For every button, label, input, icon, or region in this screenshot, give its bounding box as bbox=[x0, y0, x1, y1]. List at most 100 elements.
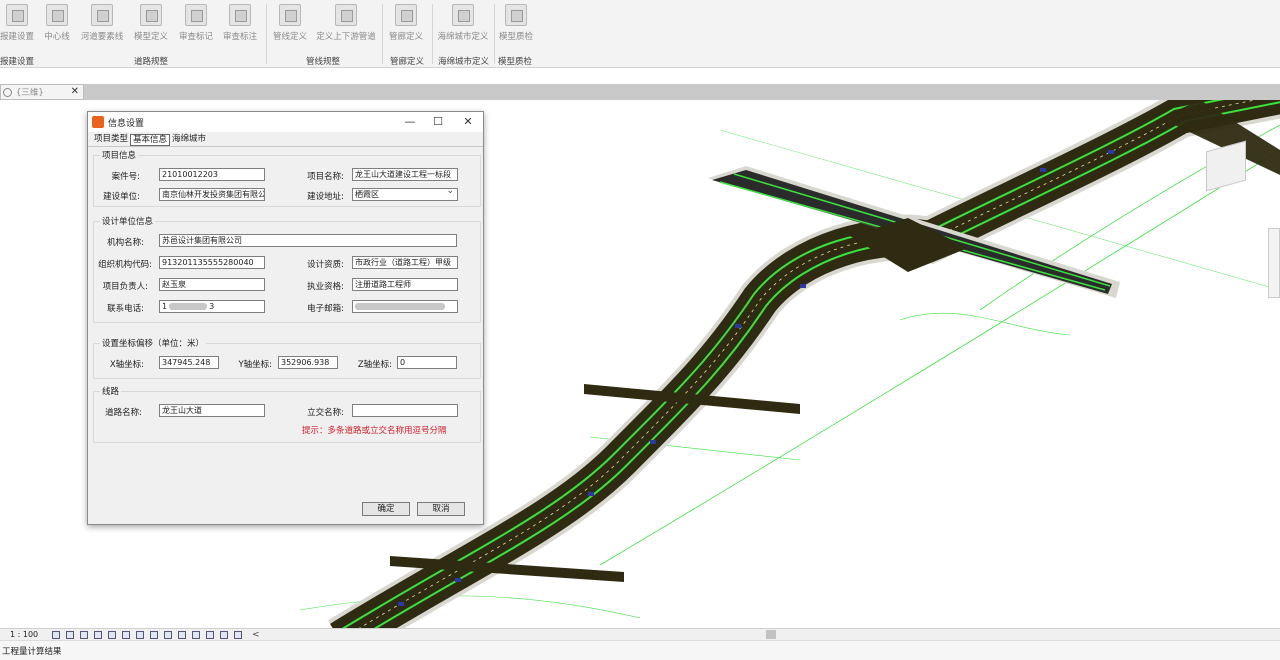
river-icon bbox=[91, 4, 113, 26]
x-coord-input[interactable]: 347945.248 bbox=[159, 356, 219, 369]
view-control-bar: 1 : 100 < bbox=[0, 628, 1280, 640]
z-coord-input[interactable]: 0 bbox=[397, 356, 457, 369]
analytical-model-icon[interactable] bbox=[206, 631, 214, 639]
qc-icon bbox=[505, 4, 527, 26]
centerline-button[interactable]: 中心线 bbox=[40, 4, 74, 44]
model-define-button[interactable]: 模型定义 bbox=[133, 4, 169, 44]
sign-marker bbox=[588, 492, 594, 496]
unlock-view-icon[interactable] bbox=[150, 631, 158, 639]
reveal-hidden-icon[interactable] bbox=[178, 631, 186, 639]
sign-marker bbox=[800, 284, 806, 288]
maximize-button[interactable]: ☐ bbox=[428, 114, 448, 130]
app-icon bbox=[92, 116, 104, 128]
leader-input[interactable]: 赵玉泉 bbox=[159, 278, 265, 291]
sign-marker bbox=[735, 324, 741, 328]
interchange-label: 立交名称: bbox=[307, 408, 344, 418]
ribbon-toolbar: 报建设置 中心线 河道要素线 模型定义 审查标记 审查标注 管线定义 定义上下游… bbox=[0, 0, 1280, 68]
ok-button[interactable]: 确定 bbox=[362, 502, 410, 516]
tab-3d-view[interactable]: {三维} ✕ bbox=[0, 84, 84, 100]
sign-marker bbox=[398, 602, 404, 606]
org-name-input[interactable]: 苏邑设计集团有限公司 bbox=[159, 234, 457, 247]
tab-project-type[interactable]: 项目类型 bbox=[92, 134, 130, 146]
city-icon bbox=[452, 4, 474, 26]
cancel-button[interactable]: 取消 bbox=[417, 502, 465, 516]
org-code-label: 组织机构代码: bbox=[98, 260, 152, 270]
detail-level-icon[interactable] bbox=[52, 631, 60, 639]
view-3d-icon bbox=[3, 87, 12, 97]
review-annotation-button[interactable]: 审查标注 bbox=[222, 4, 258, 44]
license-input[interactable]: 注册道路工程师 bbox=[352, 278, 458, 291]
review-mark-button[interactable]: 审查标记 bbox=[178, 4, 214, 44]
sponge-city-define-button[interactable]: 海绵城市定义 bbox=[436, 4, 490, 44]
annotation-icon bbox=[229, 4, 251, 26]
upstream-downstream-button[interactable]: 定义上下游管道 bbox=[316, 4, 376, 44]
email-input[interactable] bbox=[352, 300, 458, 313]
group-label: 管廊定义 bbox=[390, 57, 425, 67]
interchange-input[interactable] bbox=[352, 404, 458, 417]
centerline-icon bbox=[46, 4, 68, 26]
constraints-icon[interactable] bbox=[234, 631, 242, 639]
case-no-input[interactable]: 21010012203 bbox=[159, 168, 265, 181]
quantity-results-label[interactable]: 工程量计算结果 bbox=[2, 645, 62, 657]
org-code-input[interactable]: 913201135555280040 bbox=[159, 256, 265, 269]
close-tab-icon[interactable]: ✕ bbox=[71, 86, 79, 97]
ribbon-separator bbox=[432, 4, 433, 64]
model-qc-button[interactable]: 模型质检 bbox=[498, 4, 534, 44]
close-button[interactable]: ✕ bbox=[458, 114, 478, 130]
project-name-label: 项目名称: bbox=[307, 172, 344, 182]
pipe-flow-icon bbox=[335, 4, 357, 26]
sun-path-icon[interactable] bbox=[80, 631, 88, 639]
shadows-icon[interactable] bbox=[94, 631, 102, 639]
river-element-line-button[interactable]: 河道要素线 bbox=[80, 4, 124, 44]
coordinate-offset-section: 设置坐标偏移（单位：米） X轴坐标: 347945.248 Y轴坐标: 3529… bbox=[93, 337, 481, 379]
worksharing-icon[interactable] bbox=[192, 631, 200, 639]
group-label: 模型质检 bbox=[498, 57, 533, 67]
leader-label: 项目负责人: bbox=[102, 282, 148, 292]
group-label: 海绵城市定义 bbox=[438, 57, 490, 67]
sign-marker bbox=[1108, 150, 1114, 154]
dialog-title: 信息设置 bbox=[108, 118, 145, 129]
org-name-label: 机构名称: bbox=[107, 238, 144, 248]
road-section: 线路 道路名称: 龙王山大道 立交名称: 提示：多条道路或立交名称用逗号分隔 bbox=[93, 385, 481, 443]
visual-style-icon[interactable] bbox=[66, 631, 74, 639]
builder-label: 建设单位: bbox=[103, 192, 140, 202]
sign-marker bbox=[650, 440, 656, 444]
phone-label: 联系电话: bbox=[107, 304, 144, 314]
builder-input[interactable]: 南京仙林开发投资集团有限公 bbox=[159, 188, 265, 201]
sign-marker bbox=[455, 578, 461, 582]
horizontal-scrollbar[interactable] bbox=[766, 630, 776, 639]
temp-hide-icon[interactable] bbox=[164, 631, 172, 639]
navigation-bar[interactable] bbox=[1268, 228, 1280, 298]
address-select[interactable]: 栖霞区 bbox=[352, 188, 458, 201]
report-settings-button[interactable]: 报建设置 bbox=[0, 4, 34, 44]
minimize-button[interactable]: — bbox=[400, 114, 420, 130]
pipe-gallery-define-button[interactable]: 管廊定义 bbox=[388, 4, 424, 44]
y-coord-input[interactable]: 352906.938 bbox=[278, 356, 338, 369]
ground-line bbox=[899, 312, 1071, 336]
qualification-label: 设计资质: bbox=[307, 260, 344, 270]
ribbon-separator bbox=[494, 4, 495, 64]
group-label: 报建设置 bbox=[0, 57, 35, 67]
group-label: 道路规整 bbox=[134, 57, 169, 67]
ribbon-separator bbox=[382, 4, 383, 64]
tab-sponge-city[interactable]: 海绵城市 bbox=[170, 134, 208, 146]
pipeline-icon bbox=[279, 4, 301, 26]
info-settings-dialog: 信息设置 — ☐ ✕ 项目类型 基本信息 海绵城市 项目信息 案件号: 2101… bbox=[87, 111, 484, 525]
design-unit-section: 设计单位信息 机构名称: 苏邑设计集团有限公司 组织机构代码: 91320113… bbox=[93, 215, 481, 323]
case-no-label: 案件号: bbox=[111, 172, 140, 182]
road-name-label: 道路名称: bbox=[105, 408, 142, 418]
road-name-input[interactable]: 龙王山大道 bbox=[159, 404, 265, 417]
highlight-icon[interactable] bbox=[220, 631, 228, 639]
address-label: 建设地址: bbox=[307, 192, 344, 202]
tab-basic-info[interactable]: 基本信息 bbox=[130, 134, 171, 146]
dialog-titlebar[interactable]: 信息设置 — ☐ ✕ bbox=[88, 112, 483, 132]
qualification-input[interactable]: 市政行业（道路工程）甲级 bbox=[352, 256, 458, 269]
project-info-section: 项目信息 案件号: 21010012203 项目名称: 龙王山大道建设工程一标段… bbox=[93, 149, 481, 207]
phone-input[interactable]: 13 bbox=[159, 300, 265, 313]
pipeline-define-button[interactable]: 管线定义 bbox=[272, 4, 308, 44]
license-label: 执业资格: bbox=[307, 282, 344, 292]
crop-view-icon[interactable] bbox=[122, 631, 130, 639]
show-crop-icon[interactable] bbox=[136, 631, 144, 639]
render-icon[interactable] bbox=[108, 631, 116, 639]
project-name-input[interactable]: 龙王山大道建设工程一标段 bbox=[352, 168, 458, 181]
